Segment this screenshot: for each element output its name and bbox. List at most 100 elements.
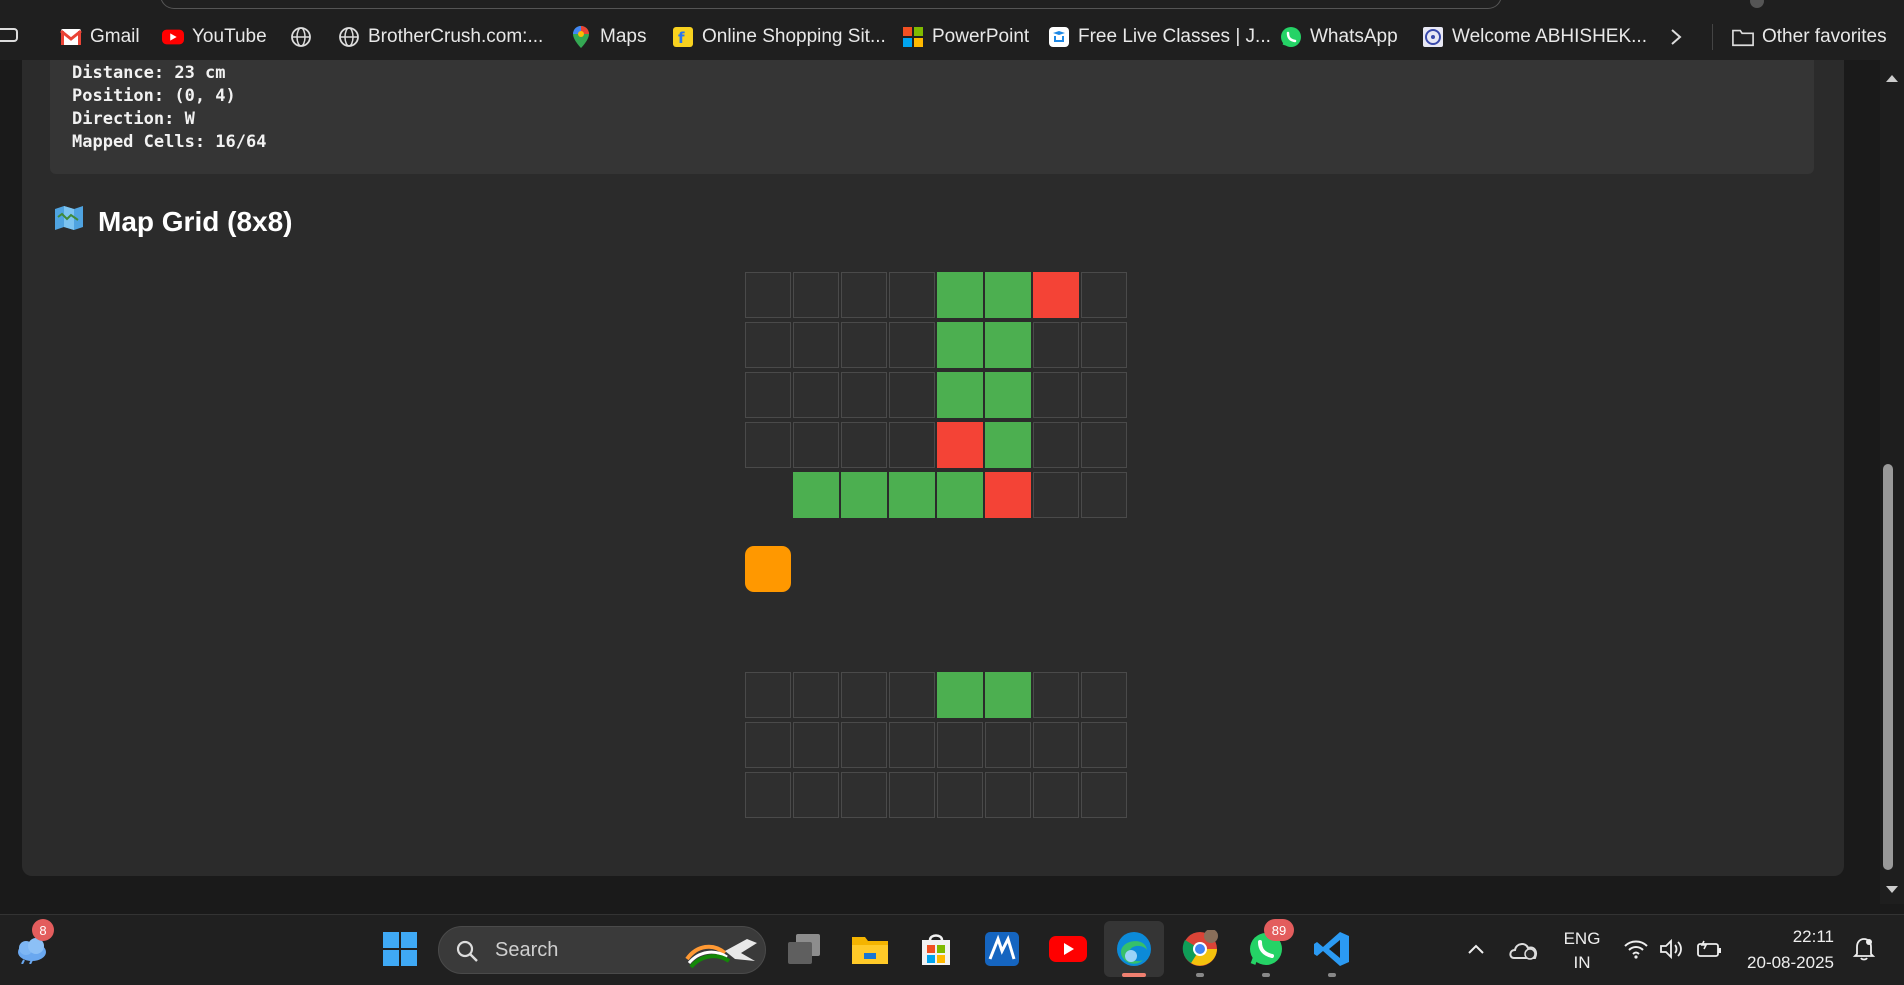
grid-cell-free (985, 322, 1031, 368)
gmail-icon (60, 26, 82, 48)
grid-cell-unknown (937, 772, 983, 818)
vscode-icon (1313, 930, 1351, 973)
search-highlight-illustration (685, 931, 763, 974)
other-favorites-folder[interactable]: Other favorites (1732, 22, 1887, 52)
bookmark-maps[interactable]: Maps (570, 22, 646, 52)
grid-cell-unknown (745, 272, 791, 318)
grid-cell-free (985, 272, 1031, 318)
youtube-icon (162, 26, 184, 48)
weather-badge: 8 (32, 919, 54, 941)
grid-cell-unknown (745, 772, 791, 818)
battery-tray-button[interactable] (1690, 929, 1730, 973)
input-language-line2[interactable]: IN (1560, 953, 1604, 973)
grid-cell-unknown (889, 722, 935, 768)
taskbar-search-box[interactable]: Search (438, 926, 766, 974)
wifi-tray-button[interactable] (1616, 929, 1656, 973)
ma-app-icon (984, 931, 1020, 972)
sidebar-toggle-icon[interactable] (0, 28, 18, 42)
windows-logo-icon (382, 931, 418, 972)
whatsapp-badge: 89 (1264, 919, 1294, 941)
battery-charging-icon (1696, 939, 1724, 964)
bookmark-globe[interactable] (290, 22, 312, 52)
weather-widget[interactable]: 8 (10, 919, 54, 973)
scroll-up-arrow-icon[interactable] (1880, 68, 1904, 88)
chrome-button[interactable] (1178, 928, 1222, 973)
windows-taskbar: 8 Search 89 ENG IN 22:11 20-08-2025 (0, 914, 1904, 985)
grid-cell-unknown (1033, 322, 1079, 368)
task-view-icon (786, 932, 822, 971)
file-explorer-button[interactable] (848, 929, 892, 973)
notifications-button[interactable] (1846, 929, 1882, 973)
whatsapp-running-indicator (1262, 973, 1270, 977)
grid-cell-unknown (937, 722, 983, 768)
grid-cell-obstacle (1033, 272, 1079, 318)
grid-cell-unknown (1081, 472, 1127, 518)
bookmark-whatsapp[interactable]: WhatsApp (1280, 22, 1398, 52)
bookmark-brothercrush[interactable]: BrotherCrush.com:... (338, 22, 543, 52)
show-hidden-icons-button[interactable] (1454, 929, 1498, 973)
youtube-app-button[interactable] (1046, 929, 1090, 973)
grid-cell-free (889, 472, 935, 518)
grid-cell-unknown (793, 422, 839, 468)
globe-icon (338, 26, 360, 48)
robot-marker (745, 546, 791, 592)
grid-cell-unknown (889, 772, 935, 818)
grid-cell-unknown (1081, 322, 1127, 368)
map-grid-heading: Map Grid (8x8) (54, 205, 292, 238)
distance-readout: Distance: 23 cm (72, 63, 226, 83)
grid-cell-unknown (889, 322, 935, 368)
folder-icon (851, 933, 889, 970)
microsoft-logo-icon (902, 26, 924, 48)
bookmark-gmail[interactable]: Gmail (60, 22, 140, 52)
whatsapp-icon (1280, 26, 1302, 48)
onedrive-cloud-icon (1508, 938, 1540, 965)
edge-icon (1115, 930, 1153, 973)
edge-browser-button[interactable] (1104, 921, 1164, 977)
task-view-button[interactable] (782, 929, 826, 973)
grid-cell-unknown (793, 272, 839, 318)
scroll-down-arrow-icon[interactable] (1880, 880, 1904, 900)
grid-cell-obstacle (937, 422, 983, 468)
bookmark-powerpoint[interactable]: PowerPoint (902, 22, 1029, 52)
bookmark-youtube[interactable]: YouTube (162, 22, 267, 52)
bookmark-free-live-classes[interactable]: Free Live Classes | J... (1048, 22, 1271, 52)
grid-cell-unknown (889, 422, 935, 468)
bookmark-welcome-abhishek[interactable]: Welcome ABHISHEK... (1422, 22, 1647, 52)
bookmark-online-shopping[interactable]: f Online Shopping Sit... (672, 22, 886, 52)
scrollbar-thumb[interactable] (1883, 464, 1893, 870)
classes-icon (1048, 26, 1070, 48)
clock-time[interactable]: 22:11 (1730, 927, 1834, 947)
youtube-icon (1049, 935, 1087, 968)
grid-cell-unknown (793, 772, 839, 818)
grid-cell-unknown (889, 272, 935, 318)
whatsapp-app-button[interactable]: 89 (1244, 919, 1294, 973)
grid-cell-unknown (841, 722, 887, 768)
notification-bell-icon (1852, 936, 1876, 967)
chevron-right-icon[interactable] (1666, 22, 1686, 52)
chrome-running-indicator (1196, 973, 1204, 977)
profile-avatar-edge (1750, 0, 1764, 8)
onedrive-tray-button[interactable] (1502, 929, 1546, 973)
maps-pin-icon (570, 26, 592, 48)
grid-cell-unknown (793, 722, 839, 768)
grid-cell-free (937, 372, 983, 418)
microsoft-store-button[interactable] (914, 929, 958, 973)
input-language-line1[interactable]: ENG (1560, 929, 1604, 949)
grid-cell-free (985, 422, 1031, 468)
grid-cell-unknown (1033, 772, 1079, 818)
app-ma-button[interactable] (980, 929, 1024, 973)
start-button[interactable] (378, 929, 422, 973)
grid-cell-obstacle (985, 472, 1031, 518)
grid-cell-unknown (1081, 772, 1127, 818)
vscode-button[interactable] (1310, 929, 1354, 973)
wifi-icon (1623, 938, 1649, 965)
grid-cell-unknown (1033, 722, 1079, 768)
globe-icon (290, 26, 312, 48)
clock-date[interactable]: 20-08-2025 (1730, 953, 1834, 973)
chrome-icon (1181, 928, 1219, 973)
svg-text:f: f (678, 29, 685, 47)
volume-tray-button[interactable] (1654, 929, 1690, 973)
grid-cell-free (937, 272, 983, 318)
grid-cell-free (793, 472, 839, 518)
speaker-icon (1659, 938, 1685, 965)
